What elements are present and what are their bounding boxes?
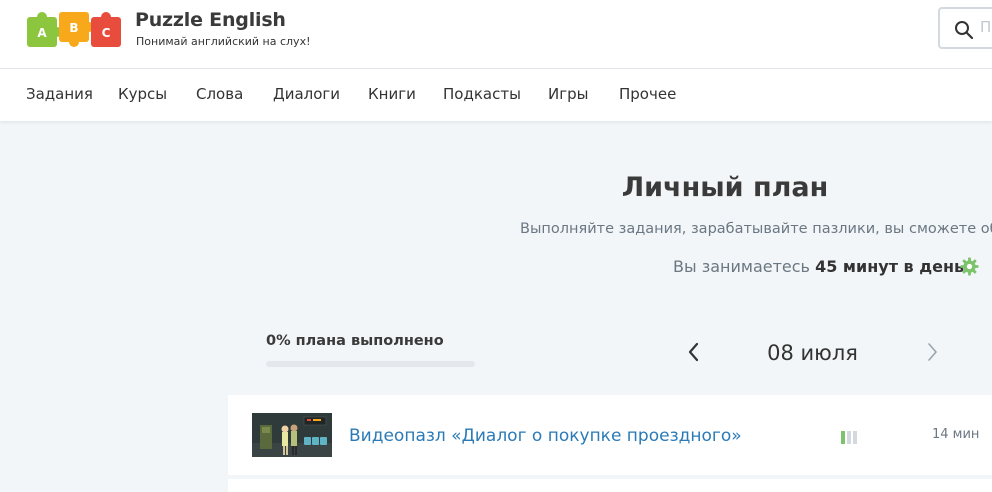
search-input[interactable]: [980, 18, 992, 36]
schedule-prefix: Вы занимаетесь: [673, 257, 810, 276]
nav-item-courses[interactable]: Курсы: [118, 85, 167, 103]
difficulty-bars-icon: [841, 431, 861, 444]
nav-item-books[interactable]: Книги: [368, 85, 416, 103]
logo-letter-a: A: [37, 26, 47, 40]
task-title[interactable]: Видеопазл «Диалог о покупке проездного»: [349, 426, 742, 446]
nav-item-dialogs[interactable]: Диалоги: [273, 85, 340, 103]
task-thumbnail[interactable]: [252, 413, 332, 457]
nav-item-words[interactable]: Слова: [196, 85, 243, 103]
current-date: 08 июля: [767, 341, 858, 365]
page-title: Личный план: [621, 172, 829, 203]
logo[interactable]: A B C: [26, 8, 122, 50]
daily-schedule: Вы занимаетесь 45 минут в день: [673, 257, 964, 276]
task-card[interactable]: [228, 479, 992, 492]
brand-tagline: Понимай английский на слух!: [136, 35, 311, 48]
gear-icon[interactable]: [960, 257, 979, 276]
chevron-left-icon[interactable]: [684, 340, 704, 364]
task-duration: 14 мин: [932, 427, 980, 442]
progress-bar: [266, 361, 475, 367]
schedule-value: 45 минут в день: [815, 257, 965, 276]
difficulty-bar: [847, 431, 851, 444]
logo-letter-c: C: [102, 26, 111, 40]
progress-label: 0% плана выполнено: [266, 333, 444, 349]
brand-name[interactable]: Puzzle English: [135, 9, 286, 31]
logo-letter-b: B: [69, 21, 78, 35]
nav-item-podcasts[interactable]: Подкасты: [443, 85, 521, 103]
search-box[interactable]: [938, 7, 992, 49]
nav-item-other[interactable]: Прочее: [619, 85, 676, 103]
chevron-right-icon[interactable]: [922, 340, 942, 364]
nav-item-tasks[interactable]: Задания: [26, 85, 93, 103]
page-subtitle: Выполняйте задания, зарабатывайте пазлик…: [520, 221, 992, 237]
main-nav: Задания Курсы Слова Диалоги Книги Подкас…: [0, 69, 992, 121]
difficulty-bar: [841, 431, 845, 444]
nav-item-games[interactable]: Игры: [548, 85, 588, 103]
header: A B C Puzzle English Понимай английский …: [0, 0, 992, 69]
search-icon[interactable]: [954, 20, 974, 40]
difficulty-bar: [853, 431, 857, 444]
task-card[interactable]: Видеопазл «Диалог о покупке проездного» …: [228, 395, 992, 475]
